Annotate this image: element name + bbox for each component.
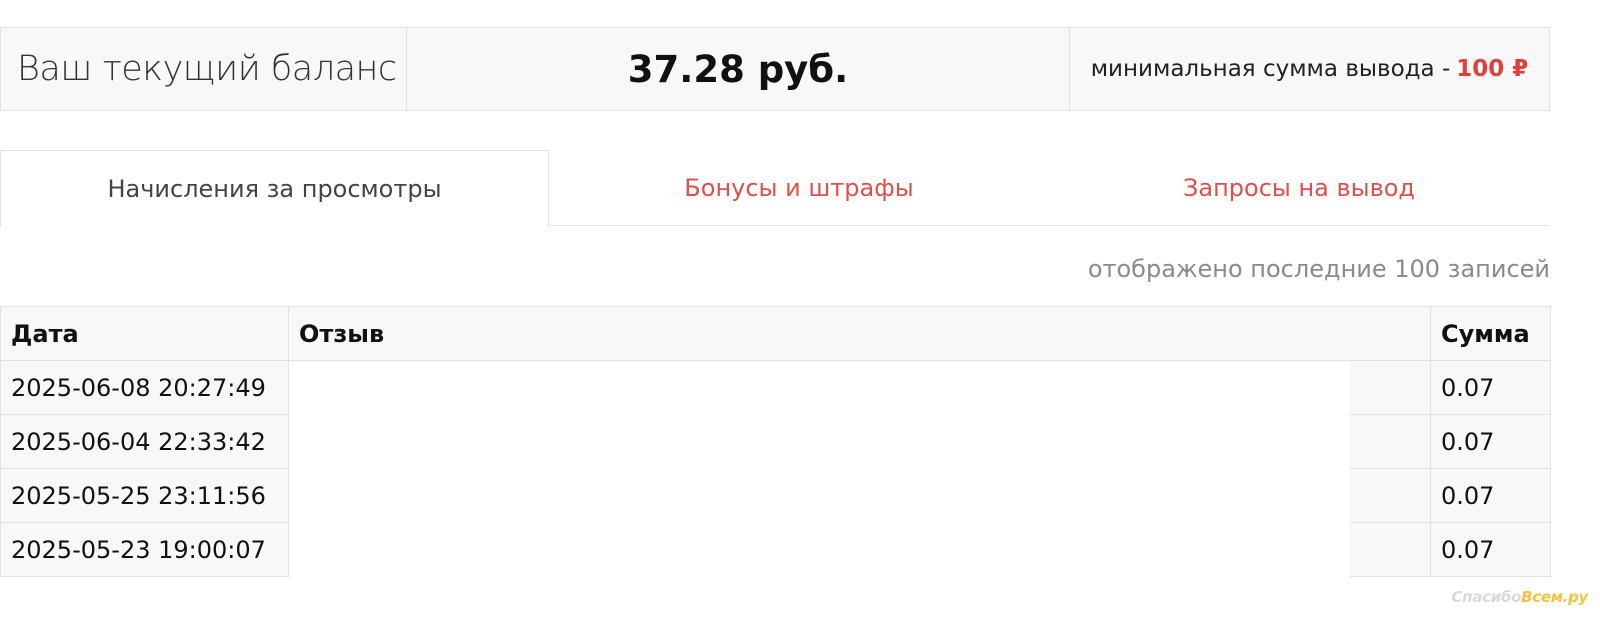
tab-bar: Начисления за просмотры Бонусы и штрафы … <box>0 150 1550 227</box>
column-header-sum: Сумма <box>1430 306 1551 361</box>
balance-panel: Ваш текущий баланс 37.28 руб. минимальна… <box>0 27 1550 111</box>
tab-bonuses-penalties[interactable]: Бонусы и штрафы <box>549 150 1049 226</box>
balance-label: Ваш текущий баланс <box>1 28 407 110</box>
tab-withdrawal-requests[interactable]: Запросы на вывод <box>1049 150 1549 226</box>
cell-date: 2025-06-08 20:27:49 <box>0 360 289 415</box>
cell-date: 2025-05-23 19:00:07 <box>0 522 289 577</box>
cell-sum: 0.07 <box>1430 360 1551 415</box>
watermark-text-b: Всем.ру <box>1521 588 1588 606</box>
cell-sum: 0.07 <box>1430 522 1551 577</box>
column-header-review: Отзыв <box>288 306 1431 361</box>
cell-sum: 0.07 <box>1430 414 1551 469</box>
tab-view-earnings[interactable]: Начисления за просмотры <box>0 150 549 227</box>
min-withdrawal-info: минимальная сумма вывода - 100 ₽ <box>1070 28 1549 110</box>
site-watermark: СпасибоВсем.ру <box>1451 588 1589 606</box>
cell-sum: 0.07 <box>1430 468 1551 523</box>
balance-amount: 37.28 руб. <box>407 28 1070 110</box>
table-header-row: Дата Отзыв Сумма <box>0 306 1551 361</box>
column-header-date: Дата <box>0 306 289 361</box>
cell-date: 2025-05-25 23:11:56 <box>0 468 289 523</box>
min-withdrawal-label: минимальная сумма вывода - <box>1090 56 1451 82</box>
cell-date: 2025-06-04 22:33:42 <box>0 414 289 469</box>
review-redaction-mask <box>289 362 1350 590</box>
watermark-text-a: Спасибо <box>1451 588 1522 606</box>
min-withdrawal-value: 100 ₽ <box>1456 56 1529 82</box>
records-count-note: отображено последние 100 записей <box>1087 255 1550 283</box>
